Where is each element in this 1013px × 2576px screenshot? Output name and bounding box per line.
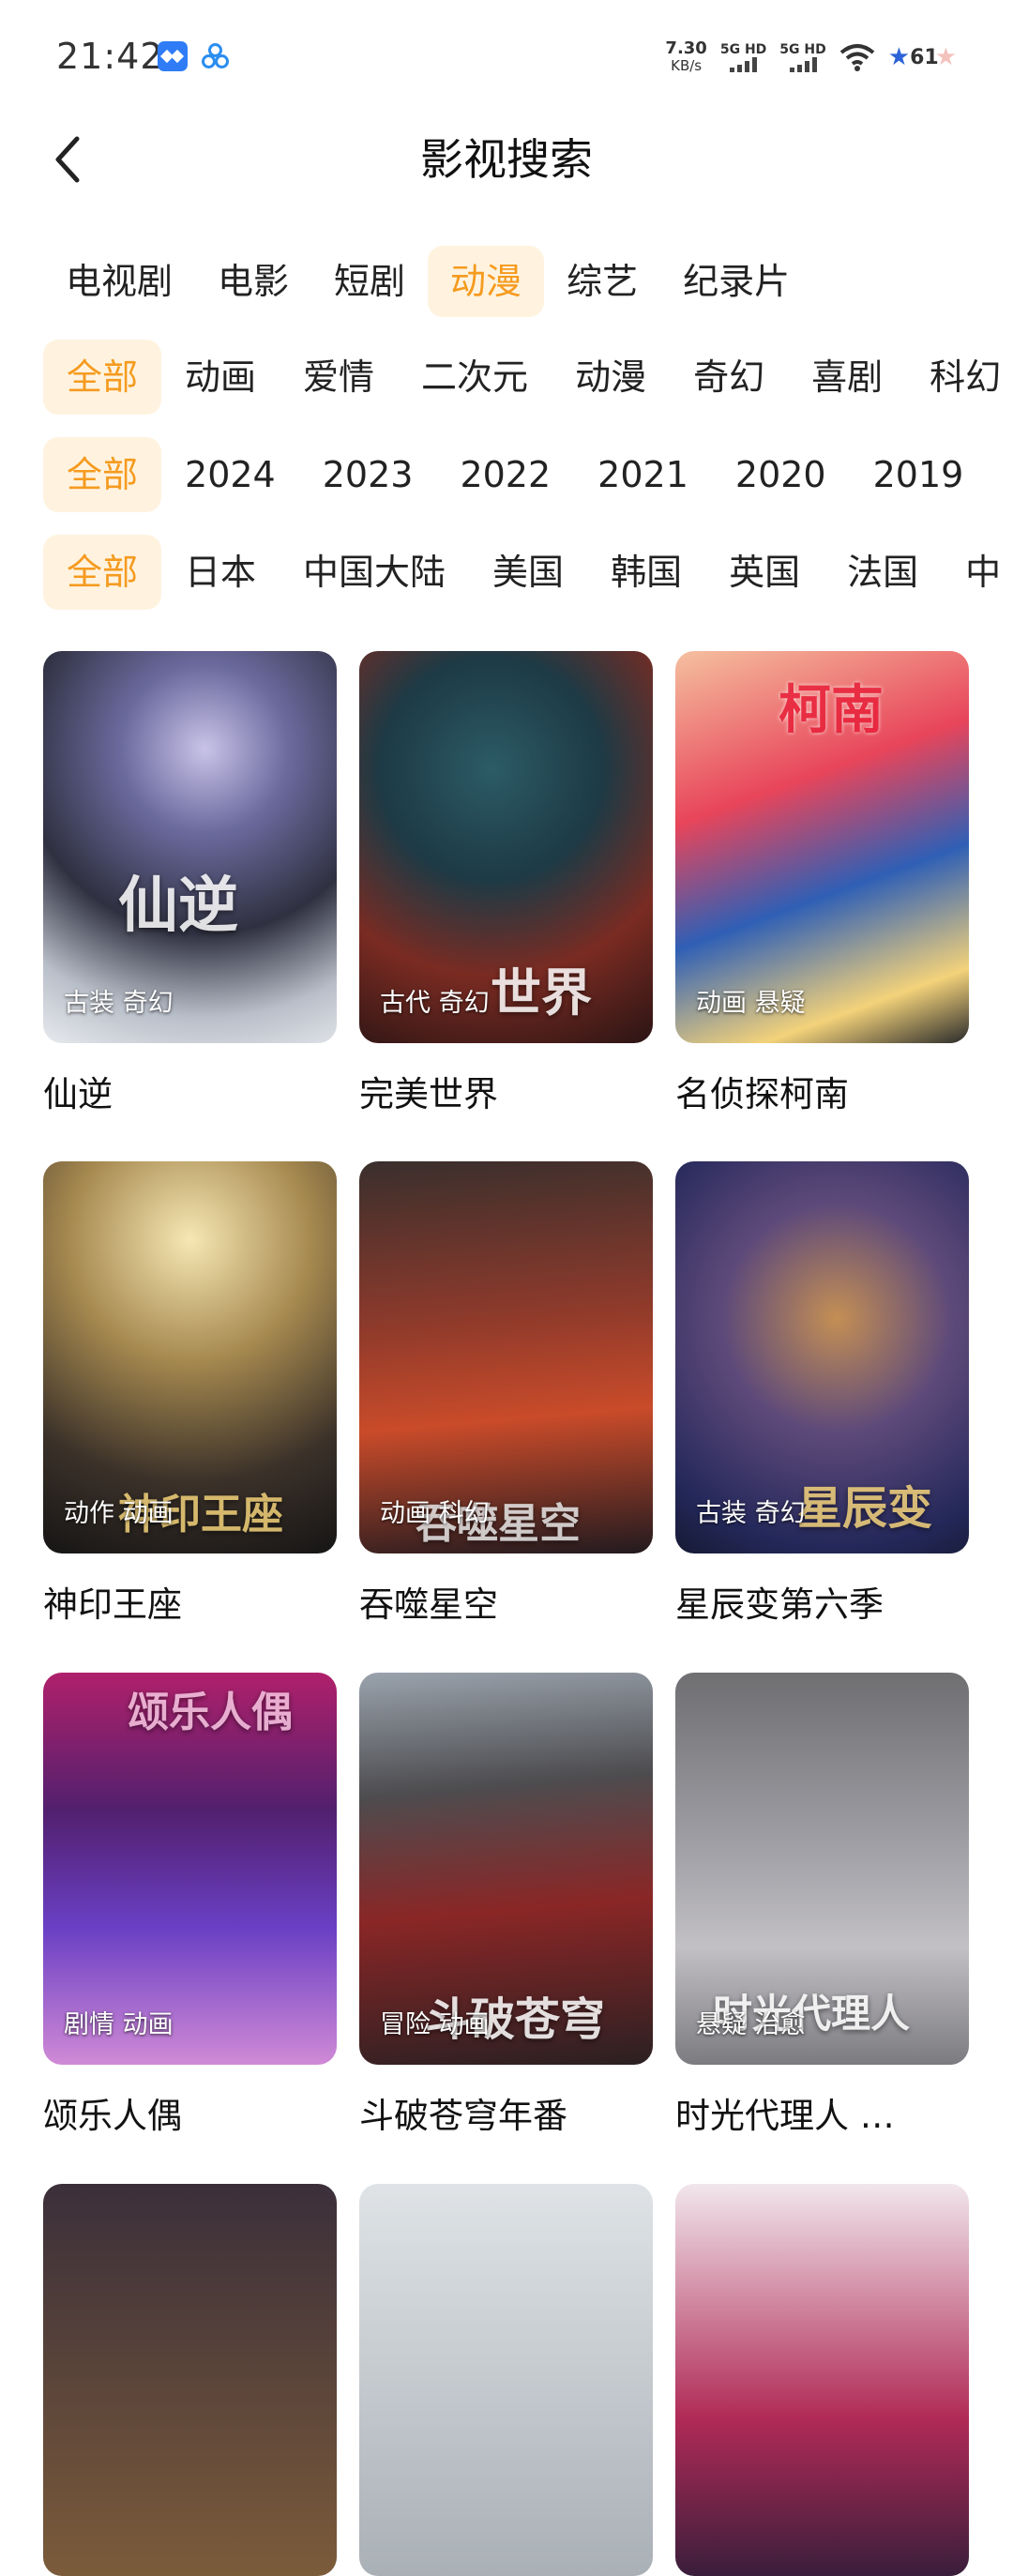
region-chip[interactable]: 韩国 [587, 535, 705, 610]
result-card[interactable]: 世界 古代 奇幻 完美世界 [359, 651, 653, 1116]
genre-tags: 古代 奇幻 [380, 989, 490, 1018]
result-card[interactable] [43, 2184, 337, 2576]
year-chip[interactable]: 2018 [987, 437, 1013, 512]
result-card[interactable]: 仙逆 古装 奇幻 仙逆 [43, 651, 337, 1116]
genre-chip[interactable]: 全部 [43, 340, 162, 415]
genre-chip[interactable]: 爱情 [280, 340, 398, 415]
poster-title-art: 柯南 [779, 680, 884, 741]
region-chip[interactable]: 英国 [705, 535, 824, 610]
sim2-label: 5G HD [779, 42, 826, 57]
battery-star-icon: ★ [934, 43, 957, 71]
card-title[interactable]: 完美世界 [359, 1066, 653, 1116]
poster-image[interactable] [359, 2184, 653, 2576]
genre-chip[interactable]: 科幻 [906, 340, 1013, 415]
year-chip[interactable]: 2023 [299, 437, 437, 512]
poster-image[interactable]: 神印王座 动作 动画 [43, 1161, 337, 1553]
poster-image[interactable] [675, 2184, 969, 2576]
card-title[interactable]: 名侦探柯南 [675, 1066, 969, 1116]
result-card[interactable]: 吞噬星空 动画 科幻 吞噬星空 [359, 1161, 653, 1627]
poster-image[interactable]: 仙逆 古装 奇幻 [43, 651, 337, 1043]
region-chip[interactable]: 中 [942, 535, 1013, 610]
page-title: 影视搜索 [420, 134, 593, 185]
tab-tv-series[interactable]: 电视剧 [43, 246, 195, 317]
sim2-signal-icon: 5G HD [779, 42, 826, 72]
status-bar: 21:42 7.30 KB/s 5G HD 5G HD ★ 61 ★ [0, 0, 1013, 113]
card-title[interactable]: 时光代理人 … [675, 2087, 969, 2138]
result-card[interactable]: 神印王座 动作 动画 神印王座 [43, 1161, 337, 1627]
poster-image[interactable]: 世界 古代 奇幻 [359, 651, 653, 1043]
region-chip[interactable]: 法国 [824, 535, 942, 610]
poster-title-art: 世界 [491, 963, 592, 1023]
genre-tags: 剧情 动画 [64, 2010, 174, 2039]
network-speed-unit: KB/s [671, 57, 703, 74]
result-card[interactable]: 斗破苍穹 冒险 动画 斗破苍穹年番 [359, 1673, 653, 2138]
genre-chip[interactable]: 奇幻 [670, 340, 788, 415]
app-notification-icon [158, 41, 188, 71]
tab-anime[interactable]: 动漫 [428, 246, 545, 317]
year-chip[interactable]: 2024 [161, 437, 299, 512]
year-chip[interactable]: 2020 [712, 437, 850, 512]
poster-image[interactable]: 吞噬星空 动画 科幻 [359, 1161, 653, 1553]
poster-title-art: 仙逆 [118, 871, 238, 941]
region-chip[interactable]: 美国 [469, 535, 587, 610]
region-chip[interactable]: 全部 [43, 535, 162, 610]
result-card[interactable]: 星辰变 古装 奇幻 星辰变第六季 [675, 1161, 969, 1627]
poster-image[interactable]: 柯南 动画 悬疑 [675, 651, 969, 1043]
region-chip[interactable]: 中国大陆 [280, 535, 469, 610]
genre-tags: 冒险 动画 [380, 2010, 490, 2039]
card-title[interactable]: 仙逆 [43, 1066, 337, 1116]
network-speed-value: 7.30 [665, 38, 707, 58]
genre-filter-row: 全部 动画 爱情 二次元 动漫 奇幻 喜剧 科幻 [43, 340, 1013, 415]
genre-tags: 悬疑 治愈 [696, 2010, 806, 2039]
result-card[interactable] [359, 2184, 653, 2576]
card-title[interactable]: 颂乐人偶 [43, 2087, 337, 2138]
card-title[interactable]: 斗破苍穹年番 [359, 2087, 653, 2138]
poster-title-art: 星辰变 [797, 1482, 933, 1535]
tab-short-drama[interactable]: 短剧 [311, 246, 428, 317]
year-chip[interactable]: 2021 [574, 437, 712, 512]
genre-tags: 古装 奇幻 [64, 989, 174, 1018]
tab-variety[interactable]: 综艺 [544, 246, 660, 317]
result-card[interactable]: 颂乐人偶 剧情 动画 颂乐人偶 [43, 1673, 337, 2138]
battery-icon: ★ [887, 43, 911, 71]
genre-tags: 古装 奇幻 [696, 1499, 806, 1528]
cloud-app-icon [201, 41, 231, 71]
result-card[interactable] [675, 2184, 969, 2576]
category-tabs: 电视剧 电影 短剧 动漫 综艺 纪录片 [43, 246, 812, 317]
year-filter-row: 全部 2024 2023 2022 2021 2020 2019 2018 [43, 437, 1013, 512]
genre-chip[interactable]: 喜剧 [788, 340, 906, 415]
sim1-signal-icon: 5G HD [720, 42, 766, 72]
network-speed: 7.30 KB/s [665, 38, 707, 75]
card-title[interactable]: 神印王座 [43, 1576, 337, 1627]
genre-tags: 动作 动画 [64, 1499, 174, 1528]
region-filter-row: 全部 日本 中国大陆 美国 韩国 英国 法国 中 [43, 535, 1013, 610]
poster-image[interactable]: 颂乐人偶 剧情 动画 [43, 1673, 337, 2065]
result-card[interactable]: 柯南 动画 悬疑 名侦探柯南 [675, 651, 969, 1116]
card-title[interactable]: 吞噬星空 [359, 1576, 653, 1627]
year-chip[interactable]: 2022 [436, 437, 574, 512]
wifi-icon [839, 44, 875, 71]
genre-chip[interactable]: 二次元 [398, 340, 552, 415]
poster-image[interactable] [43, 2184, 337, 2576]
genre-tags: 动画 悬疑 [696, 989, 806, 1018]
poster-image[interactable]: 斗破苍穹 冒险 动画 [359, 1673, 653, 2065]
genre-chip[interactable]: 动漫 [552, 340, 670, 415]
poster-title-art: 颂乐人偶 [128, 1689, 293, 1736]
status-time: 21:42 [56, 36, 164, 77]
genre-tags: 动画 科幻 [380, 1499, 490, 1528]
poster-image[interactable]: 星辰变 古装 奇幻 [675, 1161, 969, 1553]
battery-indicator: ★ 61 ★ [888, 43, 957, 71]
tab-movie[interactable]: 电影 [195, 246, 311, 317]
year-chip[interactable]: 2019 [850, 437, 988, 512]
year-chip[interactable]: 全部 [43, 437, 162, 512]
genre-chip[interactable]: 动画 [161, 340, 280, 415]
tab-documentary[interactable]: 纪录片 [660, 246, 812, 317]
poster-image[interactable]: 时光代理人 悬疑 治愈 [675, 1673, 969, 2065]
region-chip[interactable]: 日本 [161, 535, 280, 610]
result-card[interactable]: 时光代理人 悬疑 治愈 时光代理人 … [675, 1673, 969, 2138]
status-indicators: 7.30 KB/s 5G HD 5G HD ★ 61 ★ [665, 34, 957, 81]
card-title[interactable]: 星辰变第六季 [675, 1576, 969, 1627]
sim1-label: 5G HD [719, 42, 767, 57]
